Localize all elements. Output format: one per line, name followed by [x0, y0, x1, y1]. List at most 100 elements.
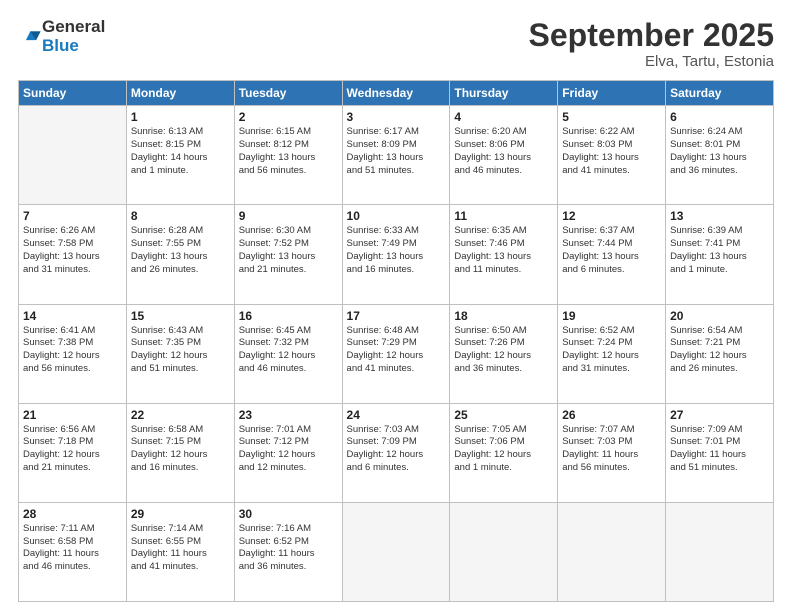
day-info: Sunrise: 7:01 AM Sunset: 7:12 PM Dayligh… [239, 424, 338, 475]
day-number: 24 [347, 408, 446, 422]
day-number: 29 [131, 507, 230, 521]
calendar-day-cell: 13Sunrise: 6:39 AM Sunset: 7:41 PM Dayli… [666, 205, 774, 304]
calendar-day-cell: 19 Sunrise: 6:52 AM Sunset: 7:24 PM Dayli… [558, 304, 666, 403]
calendar-week-row: 21Sunrise: 6:56 AM Sunset: 7:18 PM Dayli… [19, 403, 774, 502]
day-number: 8 [131, 209, 230, 223]
day-number: 9 [239, 209, 338, 223]
day-info: Sunrise: 6:41 AM Sunset: 7:38 PM Dayligh… [23, 325, 122, 376]
day-number: 23 [239, 408, 338, 422]
calendar-header-row: Sunday Monday Tuesday Wednesday Thursday… [19, 81, 774, 106]
calendar-table: Sunday Monday Tuesday Wednesday Thursday… [18, 80, 774, 602]
day-number: 20 [670, 309, 769, 323]
calendar-week-row: 1Sunrise: 6:13 AM Sunset: 8:15 PM Daylig… [19, 106, 774, 205]
calendar-day-cell: 17 Sunrise: 6:48 AM Sunset: 7:29 PM Dayli… [342, 304, 450, 403]
calendar-day-cell: 9 Sunrise: 6:30 AM Sunset: 7:52 PM Daylig… [234, 205, 342, 304]
day-number: 22 [131, 408, 230, 422]
calendar-day-cell [19, 106, 127, 205]
calendar-week-row: 7 Sunrise: 6:26 AM Sunset: 7:58 PM Daylig… [19, 205, 774, 304]
calendar-day-cell: 27Sunrise: 7:09 AM Sunset: 7:01 PM Dayli… [666, 403, 774, 502]
calendar-week-row: 14 Sunrise: 6:41 AM Sunset: 7:38 PM Dayli… [19, 304, 774, 403]
day-number: 10 [347, 209, 446, 223]
day-info: Sunrise: 6:35 AM Sunset: 7:46 PM Dayligh… [454, 225, 553, 276]
day-info: Sunrise: 6:48 AM Sunset: 7:29 PM Dayligh… [347, 325, 446, 376]
day-info: Sunrise: 6:28 AM Sunset: 7:55 PM Dayligh… [131, 225, 230, 276]
day-info: Sunrise: 6:17 AM Sunset: 8:09 PM Dayligh… [347, 126, 446, 177]
col-tuesday: Tuesday [234, 81, 342, 106]
day-info: Sunrise: 7:09 AM Sunset: 7:01 PM Dayligh… [670, 424, 769, 475]
calendar-day-cell: 6 Sunrise: 6:24 AM Sunset: 8:01 PM Daylig… [666, 106, 774, 205]
day-info: Sunrise: 7:14 AM Sunset: 6:55 PM Dayligh… [131, 523, 230, 574]
logo: General Blue [18, 18, 105, 55]
day-info: Sunrise: 6:24 AM Sunset: 8:01 PM Dayligh… [670, 126, 769, 177]
day-info: Sunrise: 6:37 AM Sunset: 7:44 PM Dayligh… [562, 225, 661, 276]
calendar-day-cell [342, 502, 450, 601]
day-number: 15 [131, 309, 230, 323]
calendar-title: September 2025 [529, 18, 774, 53]
day-number: 4 [454, 110, 553, 124]
day-number: 7 [23, 209, 122, 223]
day-number: 11 [454, 209, 553, 223]
day-number: 1 [131, 110, 230, 124]
day-number: 16 [239, 309, 338, 323]
day-info: Sunrise: 6:50 AM Sunset: 7:26 PM Dayligh… [454, 325, 553, 376]
page-header: General Blue September 2025 Elva, Tartu,… [18, 18, 774, 70]
day-number: 30 [239, 507, 338, 521]
calendar-day-cell: 15 Sunrise: 6:43 AM Sunset: 7:35 PM Dayli… [126, 304, 234, 403]
day-info: Sunrise: 6:26 AM Sunset: 7:58 PM Dayligh… [23, 225, 122, 276]
calendar-day-cell: 7 Sunrise: 6:26 AM Sunset: 7:58 PM Daylig… [19, 205, 127, 304]
col-friday: Friday [558, 81, 666, 106]
day-info: Sunrise: 6:30 AM Sunset: 7:52 PM Dayligh… [239, 225, 338, 276]
calendar-day-cell: 1Sunrise: 6:13 AM Sunset: 8:15 PM Daylig… [126, 106, 234, 205]
day-info: Sunrise: 7:05 AM Sunset: 7:06 PM Dayligh… [454, 424, 553, 475]
calendar-day-cell: 28 Sunrise: 7:11 AM Sunset: 6:58 PM Dayli… [19, 502, 127, 601]
logo-general-text: General [42, 18, 105, 37]
calendar-day-cell: 20Sunrise: 6:54 AM Sunset: 7:21 PM Dayli… [666, 304, 774, 403]
calendar-day-cell: 4 Sunrise: 6:20 AM Sunset: 8:06 PM Daylig… [450, 106, 558, 205]
calendar-day-cell: 29 Sunrise: 7:14 AM Sunset: 6:55 PM Dayli… [126, 502, 234, 601]
day-info: Sunrise: 6:56 AM Sunset: 7:18 PM Dayligh… [23, 424, 122, 475]
day-info: Sunrise: 7:16 AM Sunset: 6:52 PM Dayligh… [239, 523, 338, 574]
calendar-day-cell: 2Sunrise: 6:15 AM Sunset: 8:12 PM Daylig… [234, 106, 342, 205]
calendar-day-cell [558, 502, 666, 601]
day-info: Sunrise: 6:33 AM Sunset: 7:49 PM Dayligh… [347, 225, 446, 276]
logo-blue-text: Blue [42, 37, 105, 56]
day-info: Sunrise: 6:45 AM Sunset: 7:32 PM Dayligh… [239, 325, 338, 376]
day-info: Sunrise: 6:58 AM Sunset: 7:15 PM Dayligh… [131, 424, 230, 475]
day-info: Sunrise: 6:22 AM Sunset: 8:03 PM Dayligh… [562, 126, 661, 177]
calendar-day-cell: 22 Sunrise: 6:58 AM Sunset: 7:15 PM Dayli… [126, 403, 234, 502]
col-sunday: Sunday [19, 81, 127, 106]
day-info: Sunrise: 6:52 AM Sunset: 7:24 PM Dayligh… [562, 325, 661, 376]
calendar-day-cell: 24 Sunrise: 7:03 AM Sunset: 7:09 PM Dayli… [342, 403, 450, 502]
day-number: 19 [562, 309, 661, 323]
calendar-day-cell: 18 Sunrise: 6:50 AM Sunset: 7:26 PM Dayli… [450, 304, 558, 403]
calendar-day-cell: 30 Sunrise: 7:16 AM Sunset: 6:52 PM Dayli… [234, 502, 342, 601]
calendar-day-cell: 12Sunrise: 6:37 AM Sunset: 7:44 PM Dayli… [558, 205, 666, 304]
col-wednesday: Wednesday [342, 81, 450, 106]
calendar-day-cell: 25Sunrise: 7:05 AM Sunset: 7:06 PM Dayli… [450, 403, 558, 502]
calendar-day-cell: 5 Sunrise: 6:22 AM Sunset: 8:03 PM Daylig… [558, 106, 666, 205]
day-info: Sunrise: 6:15 AM Sunset: 8:12 PM Dayligh… [239, 126, 338, 177]
title-block: September 2025 Elva, Tartu, Estonia [529, 18, 774, 70]
calendar-day-cell: 21Sunrise: 6:56 AM Sunset: 7:18 PM Dayli… [19, 403, 127, 502]
calendar-week-row: 28 Sunrise: 7:11 AM Sunset: 6:58 PM Dayli… [19, 502, 774, 601]
day-number: 26 [562, 408, 661, 422]
calendar-day-cell: 3Sunrise: 6:17 AM Sunset: 8:09 PM Daylig… [342, 106, 450, 205]
calendar-day-cell: 10 Sunrise: 6:33 AM Sunset: 7:49 PM Dayli… [342, 205, 450, 304]
day-info: Sunrise: 7:11 AM Sunset: 6:58 PM Dayligh… [23, 523, 122, 574]
day-number: 28 [23, 507, 122, 521]
day-number: 5 [562, 110, 661, 124]
day-number: 6 [670, 110, 769, 124]
col-thursday: Thursday [450, 81, 558, 106]
calendar-day-cell: 11 Sunrise: 6:35 AM Sunset: 7:46 PM Dayli… [450, 205, 558, 304]
day-number: 17 [347, 309, 446, 323]
calendar-day-cell [450, 502, 558, 601]
day-number: 13 [670, 209, 769, 223]
day-number: 18 [454, 309, 553, 323]
calendar-day-cell: 8 Sunrise: 6:28 AM Sunset: 7:55 PM Daylig… [126, 205, 234, 304]
day-info: Sunrise: 7:03 AM Sunset: 7:09 PM Dayligh… [347, 424, 446, 475]
day-number: 14 [23, 309, 122, 323]
calendar-day-cell: 26Sunrise: 7:07 AM Sunset: 7:03 PM Dayli… [558, 403, 666, 502]
col-monday: Monday [126, 81, 234, 106]
day-info: Sunrise: 6:20 AM Sunset: 8:06 PM Dayligh… [454, 126, 553, 177]
day-info: Sunrise: 6:43 AM Sunset: 7:35 PM Dayligh… [131, 325, 230, 376]
